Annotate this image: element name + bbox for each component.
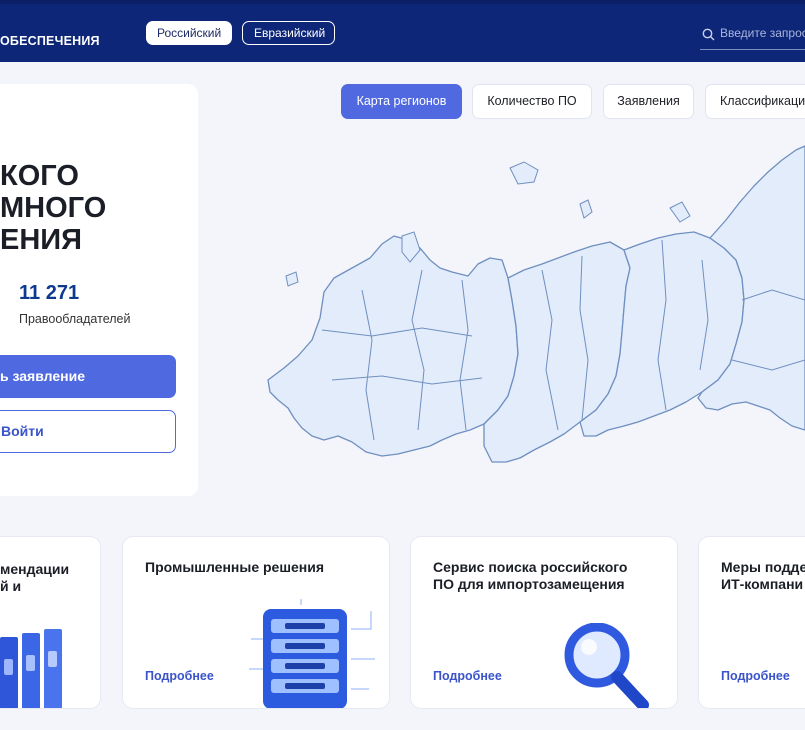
map-islands <box>509 161 539 185</box>
card-more-link[interactable]: Подробнее <box>721 669 790 683</box>
card-title-line: ИТ-компани <box>721 576 804 592</box>
search-placeholder: Введите запрос <box>720 26 805 40</box>
hero-title-line: МНОГО <box>0 192 107 224</box>
tab-applications[interactable]: Заявления <box>603 84 694 119</box>
hero-title-line: ЕНИЯ <box>0 224 82 256</box>
map-exclave <box>285 271 299 287</box>
card-more-link[interactable]: Подробнее <box>433 669 502 683</box>
site-header: ОБЕСПЕЧЕНИЯ Российский Евразийский Введи… <box>0 4 805 62</box>
map-islands <box>579 199 593 219</box>
tab-software-count[interactable]: Количество ПО <box>472 84 592 119</box>
card-it-support-measures[interactable]: Меры подде ИТ-компани Подробнее <box>699 537 805 708</box>
card-more-link[interactable]: Подробнее <box>145 669 214 683</box>
card-recommendations[interactable]: мендации й и <box>0 537 100 708</box>
card-import-substitution-search[interactable]: Сервис поиска российского ПО для импорто… <box>411 537 677 708</box>
magnifier-icon <box>564 623 649 708</box>
card-title-line: мендации <box>0 561 70 577</box>
search-input[interactable]: Введите запрос <box>700 21 805 50</box>
folder-binders-icon <box>0 629 62 708</box>
search-icon <box>702 28 715 41</box>
tab-classification[interactable]: Классификация <box>705 84 805 119</box>
tab-regions-map[interactable]: Карта регионов <box>341 84 462 119</box>
login-button[interactable]: Войти <box>0 410 176 453</box>
russia-regions-map[interactable] <box>262 140 805 485</box>
card-title: Промышленные решения <box>145 559 325 575</box>
card-title-line: ПО для импортозамещения <box>433 576 625 592</box>
site-brand[interactable]: ОБЕСПЕЧЕНИЯ <box>0 34 100 48</box>
submit-application-button[interactable]: ь заявление <box>0 355 176 398</box>
card-industrial-solutions[interactable]: Промышленные решения Подробнее <box>123 537 389 708</box>
rightholders-count: 11 271 <box>19 282 80 304</box>
map-region-west[interactable] <box>267 235 519 457</box>
hero-title-line: КОГО <box>0 160 79 192</box>
server-icon <box>249 599 375 708</box>
card-title-line: Меры подде <box>721 559 805 575</box>
registry-tab-russian[interactable]: Российский <box>146 21 232 45</box>
registry-tab-eurasian[interactable]: Евразийский <box>242 21 335 45</box>
map-islands <box>669 201 691 223</box>
card-title-line: й и <box>0 578 22 594</box>
card-title-line: Сервис поиска российского <box>433 559 628 575</box>
rightholders-label: Правообладателей <box>19 312 131 326</box>
